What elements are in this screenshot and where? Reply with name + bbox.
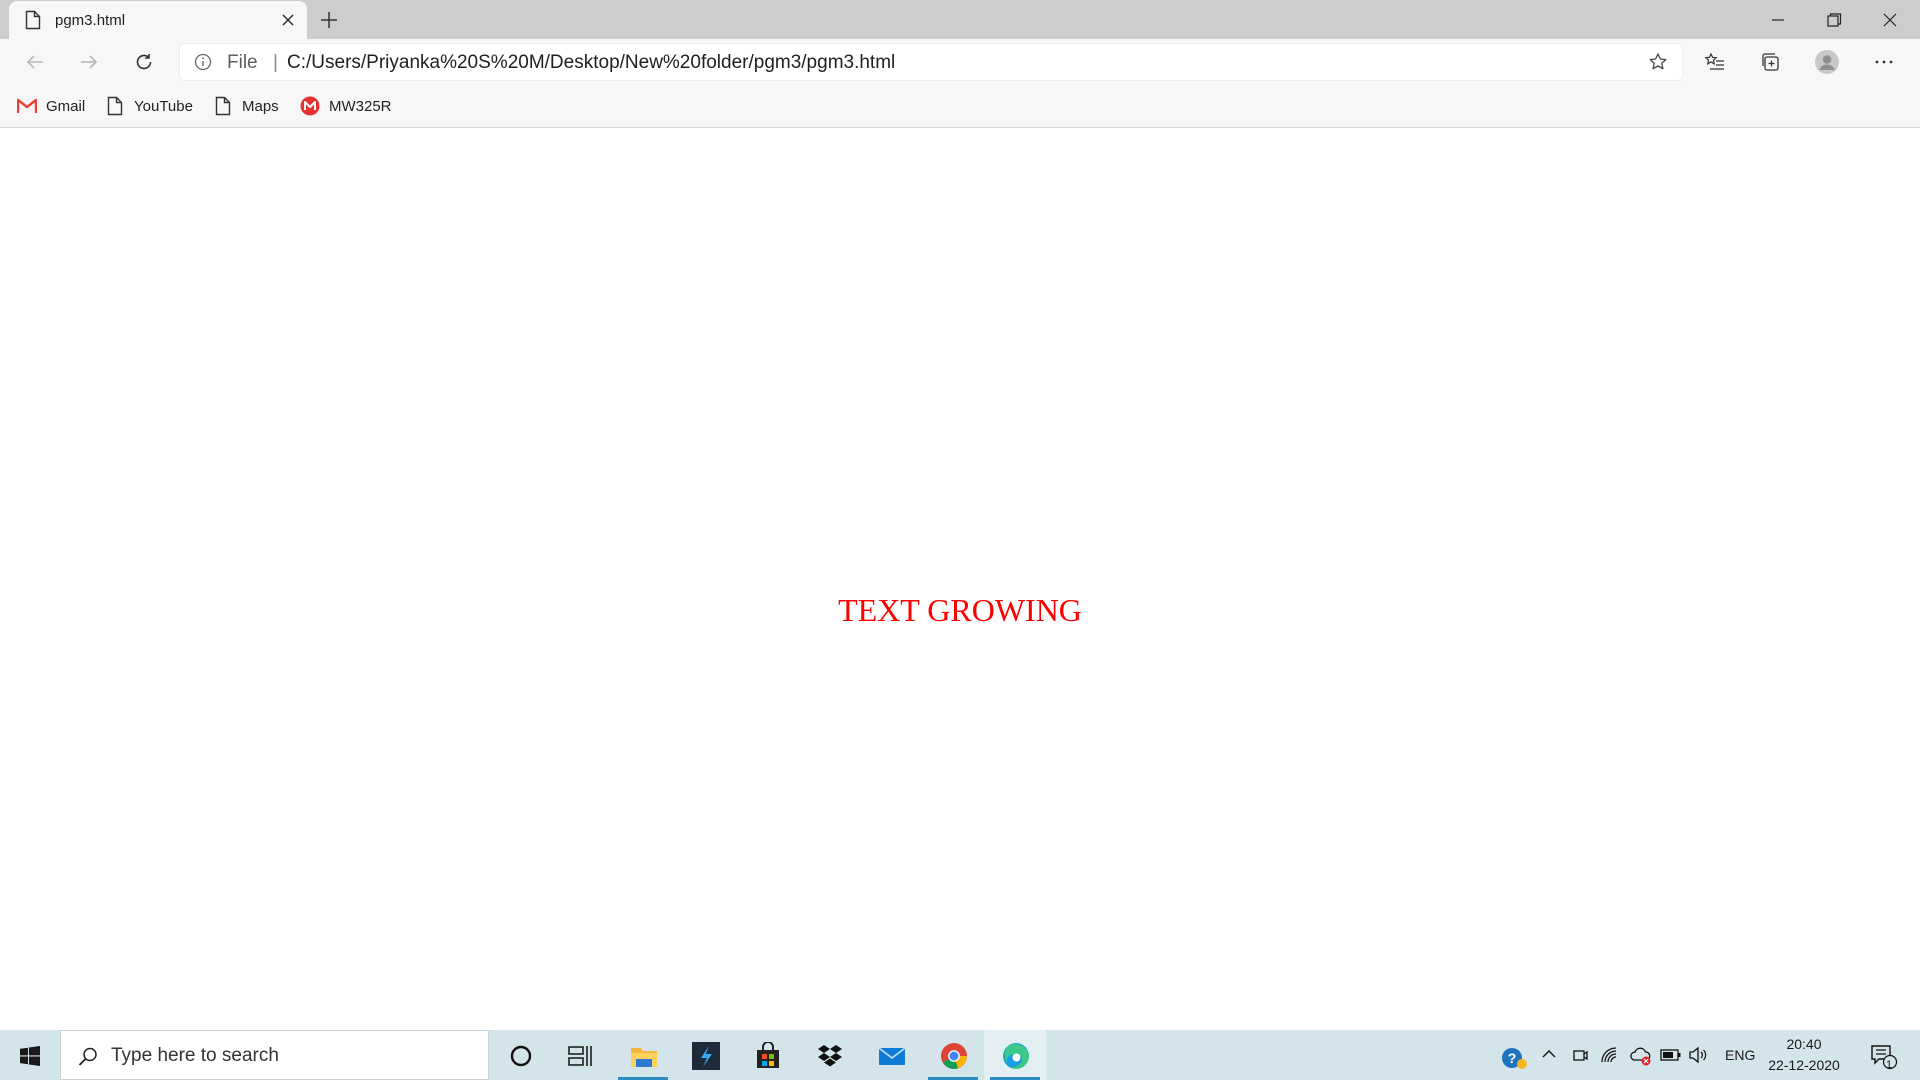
page-content: TEXT GROWING (0, 129, 1920, 1030)
task-view-icon (568, 1046, 592, 1066)
svg-text:?: ? (1508, 1050, 1517, 1066)
meet-now-tray-button[interactable] (1571, 1030, 1591, 1080)
bookmark-mw325r[interactable]: MW325R (300, 94, 392, 118)
bookmark-label: MW325R (329, 97, 392, 115)
chrome-icon (941, 1043, 967, 1069)
input-language-indicator[interactable]: ENG (1725, 1047, 1755, 1063)
search-icon (78, 1047, 97, 1066)
speaker-icon (1689, 1046, 1707, 1064)
tab-title: pgm3.html (55, 12, 126, 29)
browser-toolbar: File | C:/Users/Priyanka%20S%20M/Desktop… (0, 39, 1920, 84)
store-icon (757, 1042, 779, 1068)
mail-button[interactable] (860, 1030, 922, 1080)
action-center-button[interactable]: 1 (1866, 1030, 1906, 1080)
restore-button[interactable] (1806, 0, 1862, 38)
show-hidden-icons-button[interactable] (1541, 1030, 1561, 1080)
mail-icon (878, 1047, 906, 1065)
clock-time: 20:40 (1786, 1036, 1822, 1052)
edge-button[interactable] (984, 1030, 1046, 1080)
taskbar-search-box[interactable]: Type here to search (60, 1030, 489, 1080)
favorites-list-icon[interactable] (1698, 45, 1732, 79)
battery-tray-button[interactable] (1660, 1030, 1682, 1080)
bookmarks-bar: Gmail YouTube Maps MW325R (0, 84, 1920, 128)
tab-close-icon[interactable] (277, 9, 299, 31)
address-bar[interactable]: File | C:/Users/Priyanka%20S%20M/Desktop… (180, 44, 1682, 80)
page-icon (213, 96, 233, 116)
notification-count: 1 (1886, 1059, 1893, 1071)
chrome-button[interactable] (922, 1030, 984, 1080)
edge-icon (1003, 1043, 1030, 1070)
notification-icon (1871, 1045, 1898, 1070)
file-explorer-icon (631, 1048, 657, 1067)
growing-text: TEXT GROWING (838, 592, 1082, 628)
bookmark-gmail[interactable]: Gmail (17, 94, 85, 118)
antivirus-tray-button[interactable] (1630, 1030, 1652, 1080)
scheme-label: File (227, 52, 258, 73)
wifi-icon (1601, 1047, 1617, 1063)
chevron-up-icon (1542, 1050, 1556, 1058)
clock-date: 22-12-2020 (1768, 1057, 1840, 1073)
visual-studio-button[interactable] (674, 1030, 736, 1080)
site-info-icon[interactable] (194, 53, 212, 76)
back-button[interactable] (18, 45, 52, 79)
cloud-error-icon (1630, 1047, 1651, 1066)
tab-strip: pgm3.html (0, 0, 1920, 39)
task-view-button[interactable] (548, 1030, 610, 1080)
meet-now-icon (1573, 1050, 1588, 1061)
tab-pgm3[interactable]: pgm3.html (9, 1, 307, 39)
cortana-button[interactable] (489, 1030, 551, 1080)
url-text[interactable]: C:/Users/Priyanka%20S%20M/Desktop/New%20… (287, 52, 895, 74)
mercusys-icon (300, 96, 320, 116)
battery-icon (1660, 1049, 1681, 1061)
bookmark-maps[interactable]: Maps (213, 94, 279, 118)
volume-tray-button[interactable] (1688, 1030, 1710, 1080)
visual-studio-icon (692, 1042, 720, 1070)
bookmark-label: YouTube (134, 97, 193, 115)
new-tab-button[interactable] (315, 6, 343, 34)
start-button[interactable] (0, 1030, 60, 1080)
page-icon (105, 96, 125, 116)
help-question-icon: ? (1502, 1048, 1527, 1069)
forward-button[interactable] (72, 45, 106, 79)
file-explorer-button[interactable] (612, 1030, 674, 1080)
wifi-tray-button[interactable] (1600, 1030, 1622, 1080)
cortana-icon (510, 1045, 532, 1067)
dropbox-icon (818, 1045, 842, 1067)
refresh-button[interactable] (127, 45, 161, 79)
gmail-icon (17, 96, 37, 116)
search-placeholder: Type here to search (111, 1045, 279, 1066)
help-tray-button[interactable]: ? (1500, 1030, 1530, 1080)
document-icon (25, 10, 41, 30)
profile-avatar-icon[interactable] (1810, 45, 1844, 79)
collections-icon[interactable] (1754, 45, 1788, 79)
dropbox-button[interactable] (798, 1030, 860, 1080)
clock-button[interactable]: 20:40 22-12-2020 (1768, 1030, 1840, 1080)
close-window-button[interactable] (1862, 0, 1918, 38)
bookmark-label: Gmail (46, 97, 86, 115)
bookmark-youtube[interactable]: YouTube (105, 94, 193, 118)
bookmark-label: Maps (242, 97, 279, 115)
more-menu-icon[interactable] (1867, 45, 1901, 79)
favorite-star-icon[interactable] (1648, 52, 1668, 77)
store-button[interactable] (736, 1030, 798, 1080)
windows-taskbar: Type here to search ? ENG 20:40 22-12-20… (0, 1030, 1920, 1080)
minimize-button[interactable] (1750, 0, 1806, 38)
address-separator: | (273, 52, 278, 73)
